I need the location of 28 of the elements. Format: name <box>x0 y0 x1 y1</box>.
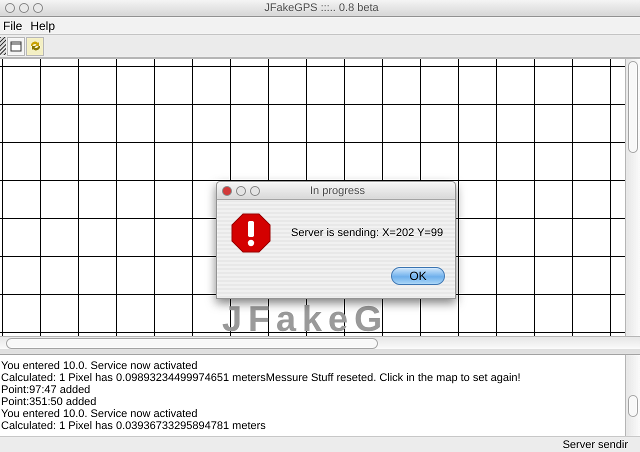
menu-item[interactable]: File <box>3 18 22 32</box>
horizontal-scrollbar[interactable] <box>0 336 640 349</box>
close-button[interactable] <box>5 3 15 13</box>
vertical-scrollbar[interactable] <box>625 355 640 436</box>
zoom-button[interactable] <box>33 3 43 13</box>
dialog-title: In progress <box>308 184 366 196</box>
minimize-button[interactable] <box>19 3 29 13</box>
log-line: Point:97:47 added <box>1 384 92 396</box>
close-button[interactable] <box>222 186 232 196</box>
circular-arrows-icon <box>28 40 42 52</box>
toolbar-grip-icon[interactable] <box>0 37 6 55</box>
log-line: Calculated: 1 Pixel has 0.09893234499974651 metersMessure Stuff reseted. Click in the map to set again! <box>1 372 522 384</box>
log-line: You entered 10.0. Service now activated <box>1 360 199 372</box>
minimize-button[interactable] <box>236 186 246 196</box>
window-title: JFakeGPS :::.. 0.8 beta <box>263 2 380 14</box>
window-icon <box>10 40 22 52</box>
window-toolbar-button[interactable] <box>7 36 25 56</box>
log-line: Calculated: 1 Pixel has 0.03936733295894781 meters <box>1 420 267 432</box>
arrows-toolbar-button[interactable] <box>26 36 44 56</box>
vertical-scrollbar[interactable] <box>625 59 640 336</box>
warning-stop-icon <box>231 213 271 253</box>
dialog-message: Server is sending: X=202 Y=99 <box>291 227 444 239</box>
status-text: Server sendir <box>562 438 628 450</box>
zoom-button[interactable] <box>250 186 260 196</box>
log-line: You entered 10.0. Service now activated <box>1 408 199 420</box>
log-line: Point:351:50 added <box>1 396 98 408</box>
menu-item[interactable]: Help <box>30 18 56 32</box>
ok-button[interactable]: OK <box>391 267 445 285</box>
